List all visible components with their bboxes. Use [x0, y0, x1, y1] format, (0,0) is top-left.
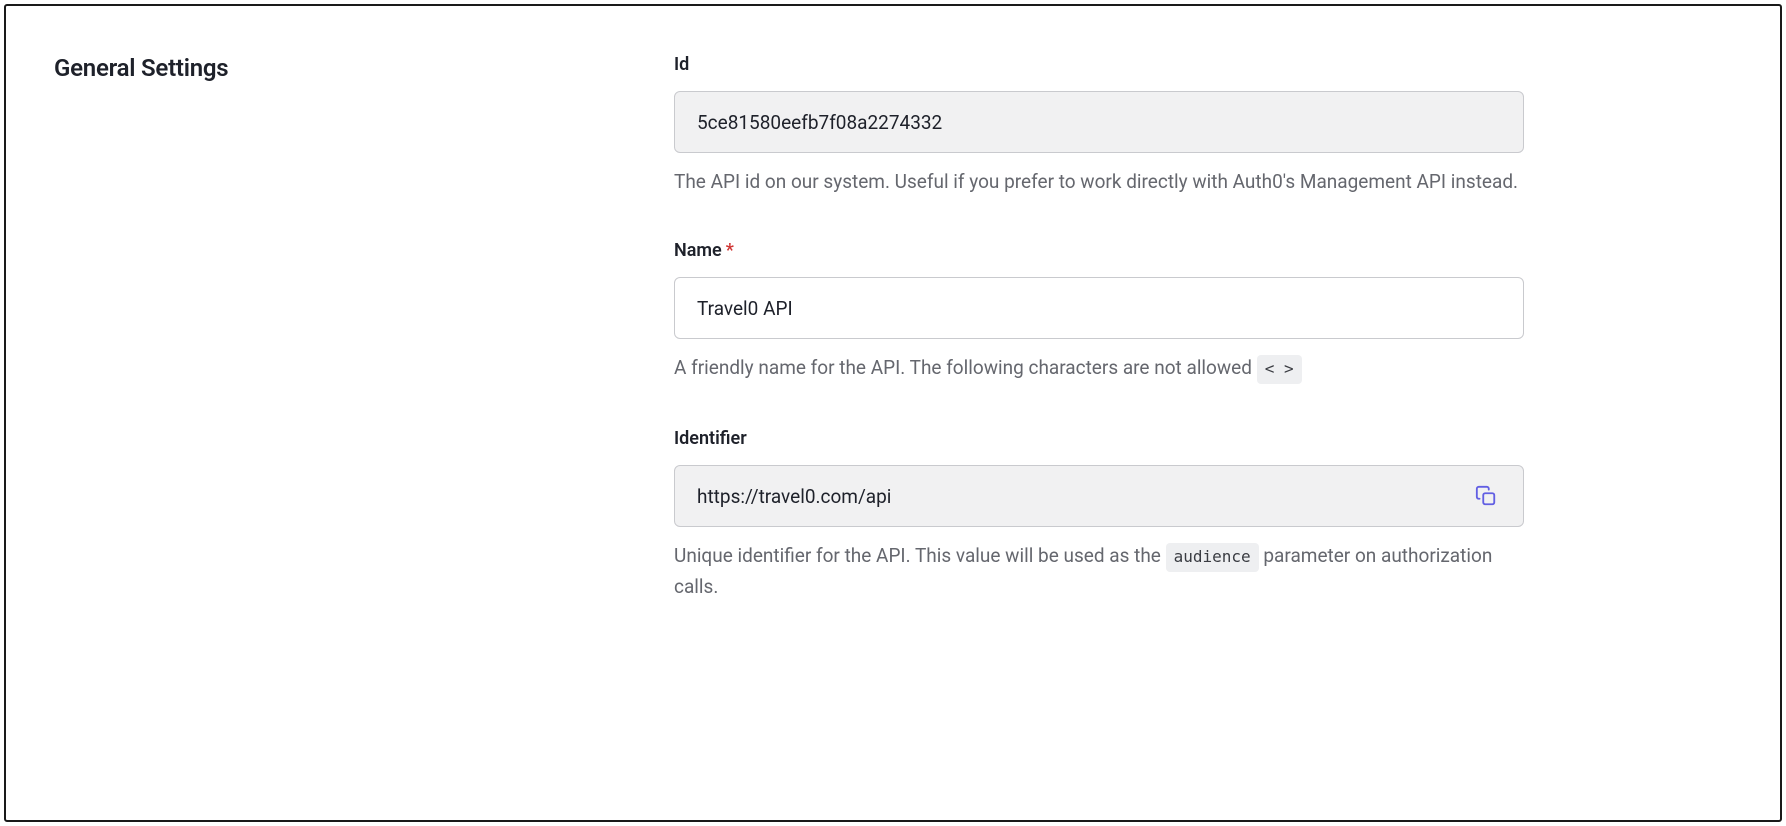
- copy-identifier-button[interactable]: [1471, 481, 1501, 511]
- field-id: Id 5ce81580eefb7f08a2274332 The API id o…: [674, 54, 1524, 196]
- identifier-label: Identifier: [674, 428, 1524, 449]
- field-identifier: Identifier https://travel0.com/api Uniqu…: [674, 428, 1524, 601]
- audience-chip: audience: [1166, 543, 1259, 572]
- id-label: Id: [674, 54, 1524, 75]
- id-value: 5ce81580eefb7f08a2274332: [697, 111, 1501, 134]
- id-help-text: The API id on our system. Useful if you …: [674, 167, 1524, 196]
- id-readonly-display: 5ce81580eefb7f08a2274332: [674, 91, 1524, 153]
- section-title: General Settings: [54, 54, 634, 82]
- copy-icon: [1475, 485, 1497, 507]
- required-star-icon: *: [726, 240, 734, 261]
- identifier-value: https://travel0.com/api: [697, 485, 1459, 508]
- identifier-help-text: Unique identifier for the API. This valu…: [674, 541, 1524, 601]
- settings-panel: General Settings Id 5ce81580eefb7f08a227…: [4, 4, 1782, 822]
- field-name: Name* A friendly name for the API. The f…: [674, 240, 1524, 384]
- section-title-column: General Settings: [54, 54, 634, 601]
- name-input[interactable]: [674, 277, 1524, 339]
- name-label-text: Name: [674, 240, 722, 261]
- name-help-text: A friendly name for the API. The followi…: [674, 353, 1524, 384]
- identifier-readonly-display: https://travel0.com/api: [674, 465, 1524, 527]
- settings-row: General Settings Id 5ce81580eefb7f08a227…: [54, 54, 1732, 601]
- name-help-prefix: A friendly name for the API. The followi…: [674, 356, 1257, 379]
- identifier-help-prefix: Unique identifier for the API. This valu…: [674, 544, 1166, 567]
- disallowed-chars-chip: < >: [1257, 355, 1302, 384]
- fields-column: Id 5ce81580eefb7f08a2274332 The API id o…: [674, 54, 1524, 601]
- name-label: Name*: [674, 240, 1524, 261]
